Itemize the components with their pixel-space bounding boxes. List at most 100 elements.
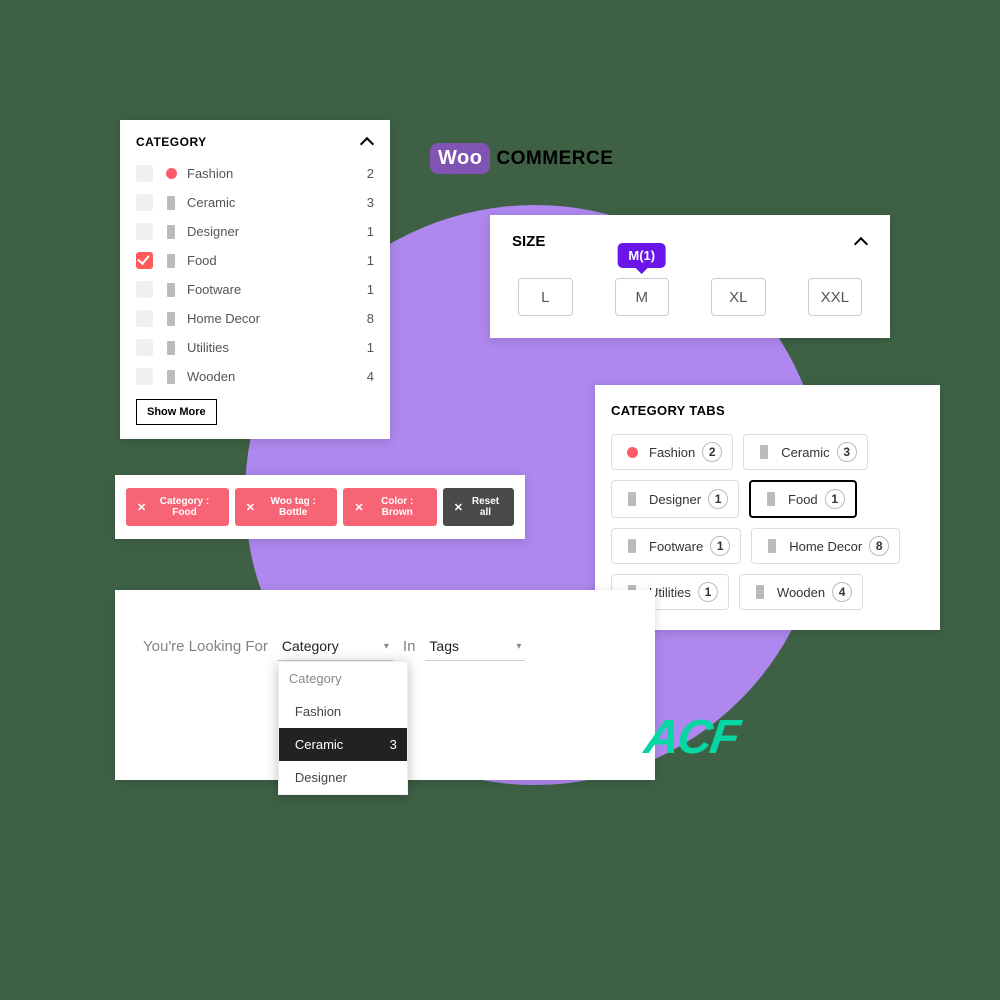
category-title: CATEGORY	[136, 135, 207, 149]
close-icon: ✕	[246, 501, 255, 514]
filter-chip[interactable]: ✕ Color : Brown	[343, 488, 436, 526]
checkbox[interactable]	[136, 194, 153, 211]
category-tab[interactable]: Home Decor8	[751, 528, 900, 564]
close-icon: ✕	[454, 501, 463, 514]
category-count: 1	[367, 224, 374, 239]
category-label: Footware	[187, 282, 367, 297]
category-tab[interactable]: Food 1	[749, 480, 857, 518]
tab-count-badge: 1	[708, 489, 728, 509]
tab-label: Food	[788, 492, 818, 507]
dropdown-item-label: Ceramic	[295, 737, 343, 752]
chevron-up-icon[interactable]	[360, 135, 374, 149]
category-dropdown[interactable]: Category ▾ Category FashionCeramic3Desig…	[278, 632, 393, 661]
search-panel: You're Looking For Category ▾ Category F…	[115, 590, 655, 780]
looking-for-label: You're Looking For	[143, 632, 268, 655]
category-count: 3	[367, 195, 374, 210]
tab-count-badge: 1	[698, 582, 718, 602]
category-count: 1	[367, 340, 374, 355]
woo-bubble-icon: Woo	[430, 143, 490, 174]
filter-chip[interactable]: ✕ Category : Food	[126, 488, 229, 526]
tab-label: Designer	[649, 492, 701, 507]
category-item[interactable]: Home Decor8	[136, 304, 374, 333]
chevron-up-icon[interactable]	[854, 235, 868, 249]
chip-label: Color : Brown	[369, 496, 426, 518]
checkbox[interactable]	[136, 165, 153, 182]
thumbnail-icon	[163, 224, 179, 240]
category-label: Ceramic	[187, 195, 367, 210]
dropdown-value: Category	[282, 638, 339, 654]
tab-count-badge: 4	[832, 582, 852, 602]
tab-count-badge: 3	[837, 442, 857, 462]
thumbnail-icon	[163, 369, 179, 385]
size-title: SIZE	[512, 233, 545, 250]
filter-chip[interactable]: ✕ Woo tag : Bottle	[235, 488, 338, 526]
checkbox[interactable]	[136, 310, 153, 327]
dropdown-value: Tags	[429, 638, 459, 654]
tab-label: Ceramic	[781, 445, 829, 460]
size-option[interactable]: MM(1)	[615, 278, 670, 316]
checkbox[interactable]	[136, 281, 153, 298]
chip-label: Woo tag : Bottle	[260, 496, 326, 518]
chevron-down-icon: ▾	[516, 641, 521, 652]
thumbnail-icon	[163, 253, 179, 269]
reset-all-button[interactable]: ✕ Reset all	[443, 488, 514, 526]
category-label: Fashion	[187, 166, 367, 181]
tab-label: Wooden	[777, 585, 825, 600]
dropdown-item[interactable]: Ceramic 3	[279, 728, 407, 761]
dropdown-item[interactable]: Designer	[279, 761, 407, 794]
checkbox[interactable]	[136, 339, 153, 356]
thumbnail-icon	[754, 442, 774, 462]
size-option[interactable]: XXL	[808, 278, 863, 316]
pink-dot-icon	[622, 442, 642, 462]
tab-count-badge: 1	[710, 536, 730, 556]
category-item[interactable]: Wooden4	[136, 362, 374, 391]
category-tabs-title: CATEGORY TABS	[611, 403, 924, 418]
dropdown-header: Category	[279, 662, 407, 695]
size-option[interactable]: XL	[711, 278, 766, 316]
size-tooltip: M(1)	[617, 243, 666, 268]
category-item[interactable]: Ceramic3	[136, 188, 374, 217]
category-label: Designer	[187, 224, 367, 239]
category-tab[interactable]: Footware1	[611, 528, 741, 564]
category-tab[interactable]: Ceramic 3	[743, 434, 867, 470]
checkbox[interactable]	[136, 252, 153, 269]
acf-logo: ACF	[641, 710, 741, 765]
dropdown-item[interactable]: Fashion	[279, 695, 407, 728]
category-tab[interactable]: Fashion 2	[611, 434, 733, 470]
category-item[interactable]: Footware1	[136, 275, 374, 304]
category-item[interactable]: Utilities1	[136, 333, 374, 362]
chevron-down-icon: ▾	[384, 641, 389, 652]
dropdown-item-label: Fashion	[295, 704, 341, 719]
thumbnail-icon	[622, 489, 642, 509]
thumbnail-icon	[163, 195, 179, 211]
category-item[interactable]: Designer1	[136, 217, 374, 246]
thumbnail-icon	[750, 582, 770, 602]
woocommerce-logo: Woo COMMERCE	[430, 143, 613, 174]
thumbnail-icon	[163, 311, 179, 327]
chip-label: Category : Food	[151, 496, 218, 518]
tab-label: Fashion	[649, 445, 695, 460]
category-label: Utilities	[187, 340, 367, 355]
chip-label: Reset all	[468, 496, 503, 518]
thumbnail-icon	[761, 489, 781, 509]
category-count: 1	[367, 282, 374, 297]
thumbnail-icon	[163, 340, 179, 356]
tab-label: Utilities	[649, 585, 691, 600]
tab-count-badge: 1	[825, 489, 845, 509]
category-item[interactable]: Fashion2	[136, 159, 374, 188]
tab-count-badge: 2	[702, 442, 722, 462]
checkbox[interactable]	[136, 223, 153, 240]
category-tab[interactable]: Designer 1	[611, 480, 739, 518]
category-count: 4	[367, 369, 374, 384]
tab-count-badge: 8	[869, 536, 889, 556]
size-option[interactable]: L	[518, 278, 573, 316]
thumbnail-icon	[762, 536, 782, 556]
category-tab[interactable]: Wooden 4	[739, 574, 863, 610]
checkbox[interactable]	[136, 368, 153, 385]
dropdown-item-count: 3	[390, 737, 397, 752]
close-icon: ✕	[137, 501, 146, 514]
tags-dropdown[interactable]: Tags ▾	[425, 632, 525, 661]
category-item[interactable]: Food1	[136, 246, 374, 275]
dropdown-menu: Category Fashion Ceramic 3 Designer	[278, 661, 408, 795]
show-more-button[interactable]: Show More	[136, 399, 217, 425]
